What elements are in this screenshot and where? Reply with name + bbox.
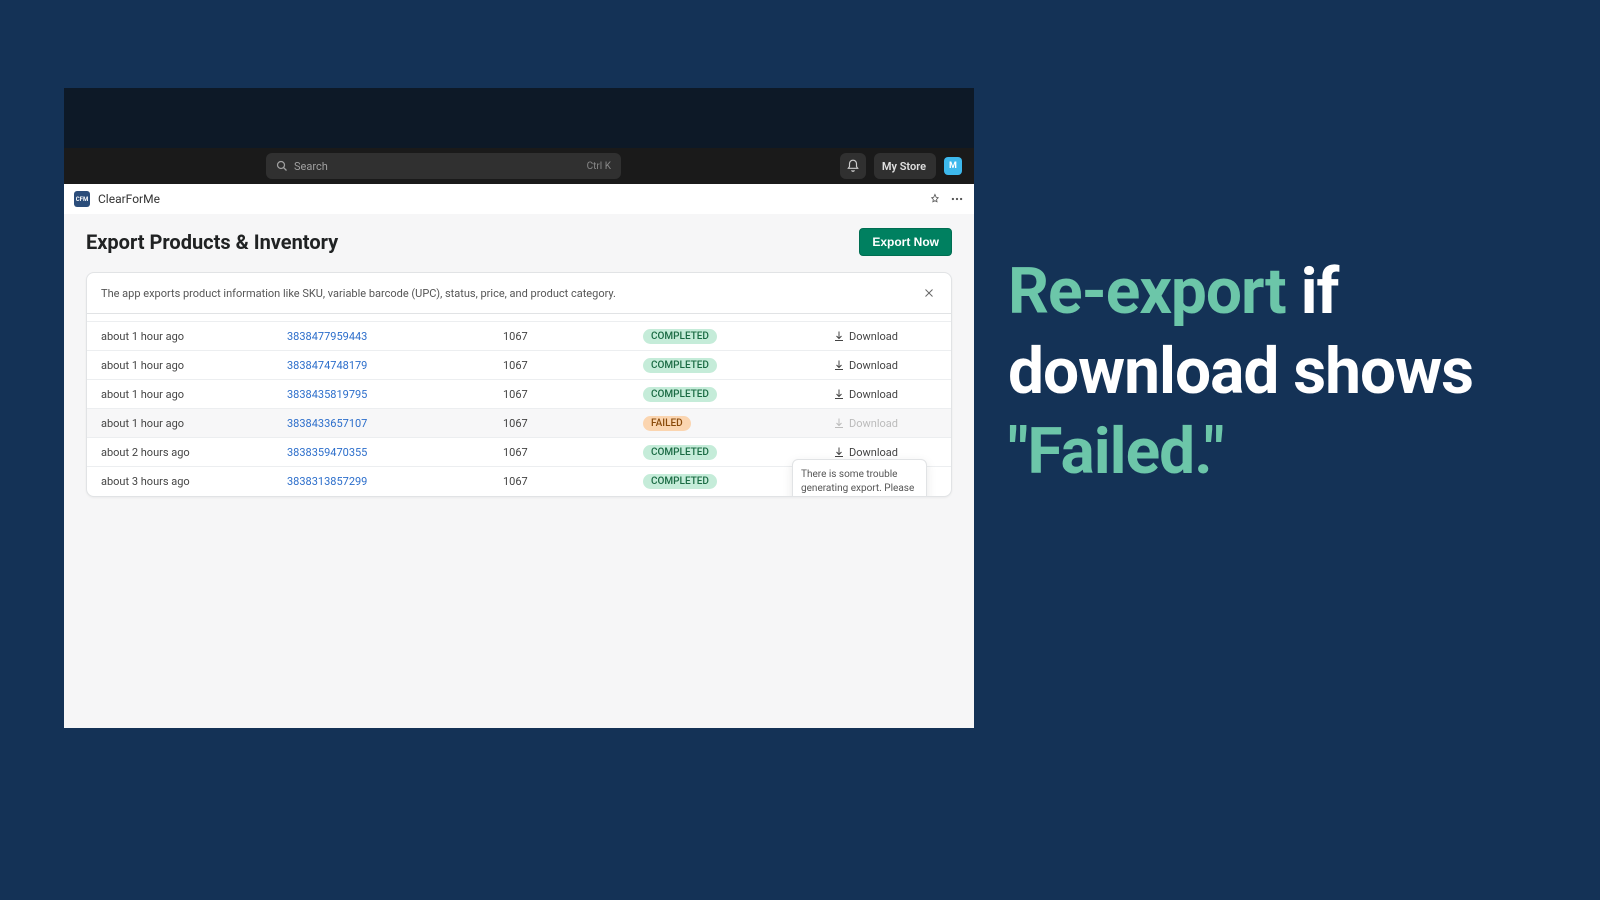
callout-text: Re-export if download shows "Failed."	[1008, 252, 1548, 492]
status-badge: FAILED	[643, 416, 691, 431]
exports-card: The app exports product information like…	[86, 272, 952, 497]
download-label: Download	[849, 388, 898, 401]
app-logo-icon: CFM	[74, 191, 90, 207]
download-label: Download	[849, 417, 898, 430]
callout-accent-1: Re-export	[1008, 254, 1301, 329]
topbar: Search Ctrl K My Store M	[64, 148, 974, 184]
search-placeholder: Search	[294, 160, 581, 173]
download-button[interactable]: Download	[823, 359, 951, 372]
notifications-button[interactable]	[840, 153, 866, 179]
page-header: Export Products & Inventory Export Now	[64, 214, 974, 266]
status-badge: COMPLETED	[643, 329, 717, 344]
store-label: My Store	[882, 160, 926, 173]
row-time: about 2 hours ago	[87, 446, 287, 459]
row-id-link[interactable]: 3838433657107	[287, 417, 503, 430]
store-avatar[interactable]: M	[944, 157, 962, 175]
download-button[interactable]: Download	[823, 446, 951, 459]
download-label: Download	[849, 359, 898, 372]
export-table: about 1 hour ago38384779594431067COMPLET…	[87, 314, 951, 496]
search-icon	[276, 160, 288, 172]
app-window: Search Ctrl K My Store M CFM ClearForMe	[64, 88, 974, 728]
row-time: about 1 hour ago	[87, 388, 287, 401]
row-time: about 1 hour ago	[87, 417, 287, 430]
info-banner: The app exports product information like…	[87, 273, 951, 314]
error-tooltip: There is some trouble generating export.…	[792, 459, 927, 497]
row-status: COMPLETED	[643, 387, 823, 402]
download-button[interactable]: Download	[823, 330, 951, 343]
row-count: 1067	[503, 475, 643, 488]
row-count: 1067	[503, 359, 643, 372]
download-icon	[833, 388, 845, 400]
status-badge: COMPLETED	[643, 445, 717, 460]
download-icon	[833, 417, 845, 429]
download-icon	[833, 330, 845, 342]
table-row: about 1 hour ago38384358197951067COMPLET…	[87, 380, 951, 409]
row-id-link[interactable]: 3838359470355	[287, 446, 503, 459]
status-badge: COMPLETED	[643, 474, 717, 489]
export-now-button[interactable]: Export Now	[859, 228, 952, 256]
status-badge: COMPLETED	[643, 387, 717, 402]
close-icon[interactable]	[921, 285, 937, 301]
search-shortcut: Ctrl K	[587, 161, 611, 172]
pin-icon[interactable]	[928, 192, 942, 206]
row-status: FAILED	[643, 416, 823, 431]
row-status: COMPLETED	[643, 358, 823, 373]
topbar-right: My Store M	[840, 153, 962, 179]
row-status: COMPLETED	[643, 329, 823, 344]
table-row: about 1 hour ago38384336571071067FAILED D…	[87, 409, 951, 438]
crumb-actions	[928, 192, 964, 206]
scroll-overflow-row	[87, 314, 951, 322]
download-button[interactable]: Download	[823, 388, 951, 401]
more-icon[interactable]	[950, 192, 964, 206]
download-icon	[833, 446, 845, 458]
content-area: CFM ClearForMe Export Products & Invento…	[64, 184, 974, 728]
status-badge: COMPLETED	[643, 358, 717, 373]
download-icon	[833, 359, 845, 371]
row-time: about 3 hours ago	[87, 475, 287, 488]
row-id-link[interactable]: 3838435819795	[287, 388, 503, 401]
row-count: 1067	[503, 388, 643, 401]
row-id-link[interactable]: 3838313857299	[287, 475, 503, 488]
row-count: 1067	[503, 446, 643, 459]
row-time: about 1 hour ago	[87, 359, 287, 372]
download-button: Download	[823, 417, 951, 430]
table-row: about 1 hour ago38384747481791067COMPLET…	[87, 351, 951, 380]
callout-accent-2: "Failed."	[1008, 414, 1223, 489]
row-count: 1067	[503, 330, 643, 343]
page-title: Export Products & Inventory	[86, 230, 338, 254]
row-id-link[interactable]: 3838474748179	[287, 359, 503, 372]
row-time: about 1 hour ago	[87, 330, 287, 343]
app-name: ClearForMe	[98, 192, 160, 206]
store-menu[interactable]: My Store	[874, 153, 936, 179]
row-count: 1067	[503, 417, 643, 430]
info-text: The app exports product information like…	[101, 287, 616, 300]
download-label: Download	[849, 446, 898, 459]
row-status: COMPLETED	[643, 445, 823, 460]
window-header-strip	[64, 88, 974, 148]
search-input[interactable]: Search Ctrl K	[266, 153, 621, 179]
bell-icon	[846, 159, 860, 173]
row-id-link[interactable]: 3838477959443	[287, 330, 503, 343]
table-row: about 1 hour ago38384779594431067COMPLET…	[87, 322, 951, 351]
breadcrumb: CFM ClearForMe	[64, 184, 974, 214]
download-label: Download	[849, 330, 898, 343]
